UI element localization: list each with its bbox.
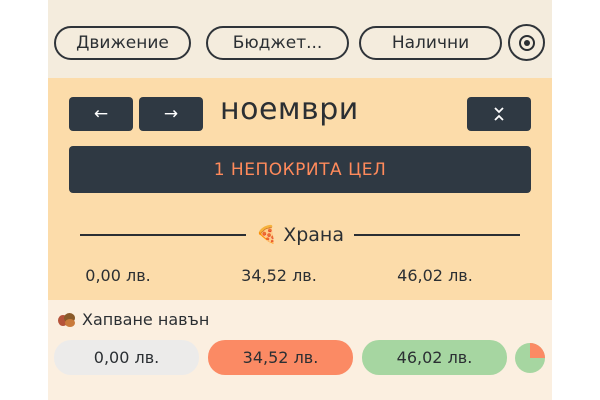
tab-budget-label: Бюджет... xyxy=(232,33,323,53)
divider-line-right xyxy=(353,234,520,236)
category-header[interactable]: 🍕 Храна xyxy=(80,223,520,247)
subcategory-spent-amount: 34,52 лв. xyxy=(242,348,319,367)
budget-app: Движение Бюджет... Налични ← → ноември 1… xyxy=(48,0,552,400)
arrow-right-icon: → xyxy=(163,104,179,124)
tab-transactions[interactable]: Движение xyxy=(54,26,191,60)
arrow-left-icon: ← xyxy=(93,104,109,124)
category-spent-amount: 34,52 лв. xyxy=(241,266,317,285)
tab-budget[interactable]: Бюджет... xyxy=(206,26,349,60)
beans-icon xyxy=(58,312,76,327)
subcategory-available-amount: 46,02 лв. xyxy=(396,348,473,367)
month-title: ноември xyxy=(220,92,359,127)
subcategory-name: Хапване навън xyxy=(82,310,210,329)
subcategory-budgeted-chip[interactable]: 0,00 лв. xyxy=(54,340,199,375)
subcategory-spent-chip[interactable]: 34,52 лв. xyxy=(208,340,353,375)
tab-transactions-label: Движение xyxy=(76,33,169,53)
next-month-button[interactable]: → xyxy=(139,97,203,131)
category-label: 🍕 Храна xyxy=(246,224,354,246)
subcategory-budgeted-amount: 0,00 лв. xyxy=(93,348,160,367)
category-name: Храна xyxy=(283,224,344,246)
goals-button[interactable] xyxy=(508,24,545,61)
tab-available[interactable]: Налични xyxy=(359,26,502,60)
subcategory-row: Хапване навън 0,00 лв. 34,52 лв. 46,02 л… xyxy=(48,300,552,400)
collapse-icon xyxy=(494,107,504,121)
divider-line-left xyxy=(80,234,247,236)
top-navigation: Движение Бюджет... Налични xyxy=(48,0,552,78)
category-available-amount: 46,02 лв. xyxy=(397,266,473,285)
collapse-button[interactable] xyxy=(467,97,531,131)
progress-pie-icon[interactable] xyxy=(514,342,546,374)
pizza-icon: 🍕 xyxy=(256,225,278,245)
uncovered-goals-button[interactable]: 1 НЕПОКРИТА ЦЕЛ xyxy=(69,146,531,193)
uncovered-goals-label: 1 НЕПОКРИТА ЦЕЛ xyxy=(213,159,387,180)
subcategory-available-chip[interactable]: 46,02 лв. xyxy=(362,340,507,375)
subcategory-title[interactable]: Хапване навън xyxy=(58,310,209,329)
target-icon xyxy=(518,34,535,51)
category-budgeted-amount: 0,00 лв. xyxy=(85,266,151,285)
tab-available-label: Налични xyxy=(391,33,470,53)
month-panel: ← → ноември 1 НЕПОКРИТА ЦЕЛ 🍕 Храна 0,00… xyxy=(48,78,552,300)
previous-month-button[interactable]: ← xyxy=(69,97,133,131)
